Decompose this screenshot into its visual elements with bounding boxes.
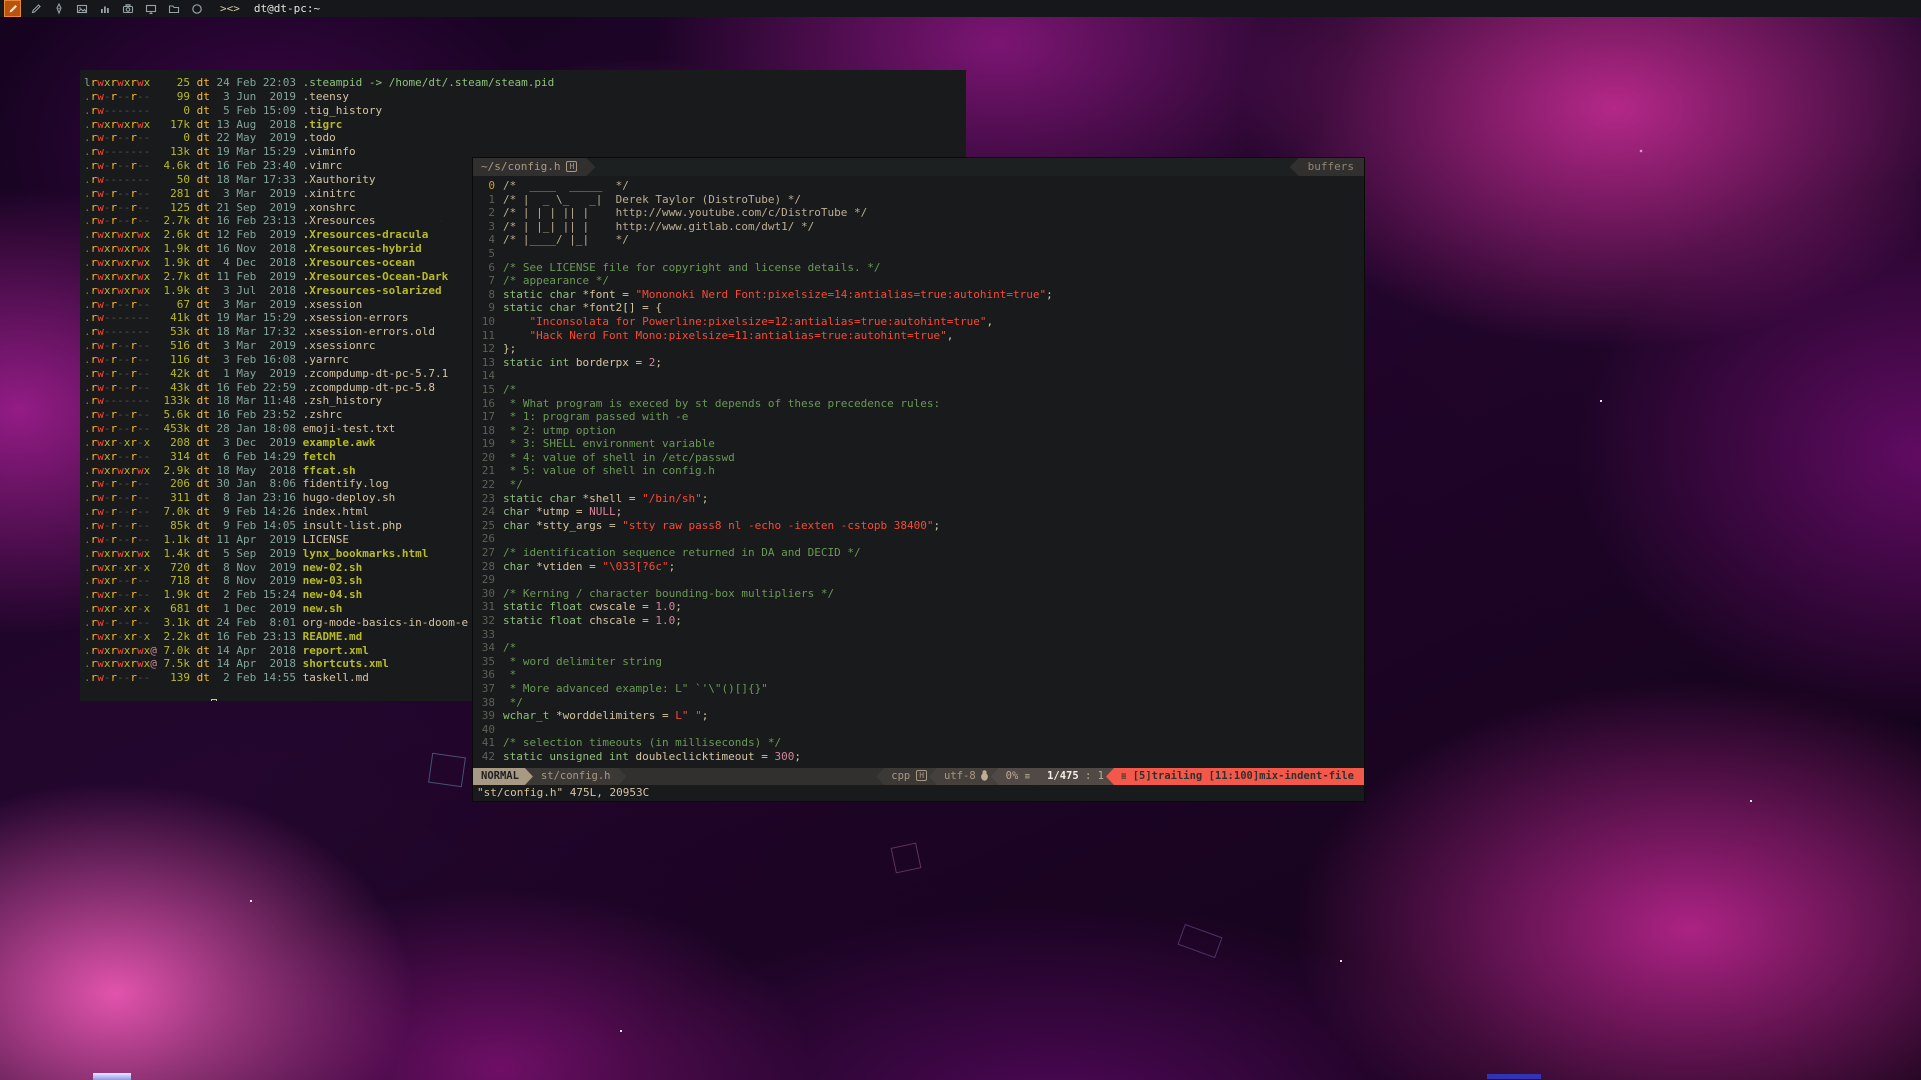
code-line: 27/* identification sequence returned in… (473, 546, 1364, 560)
code-line: 12}; (473, 342, 1364, 356)
topbar-icons (5, 1, 204, 16)
code-line: 17 * 1: program passed with -e (473, 410, 1364, 424)
wallpaper-strip (93, 1073, 131, 1080)
wallpaper-strip (1487, 1074, 1541, 1079)
code-line: 42static unsigned int doubleclicktimeout… (473, 750, 1364, 764)
editor-tabline: ~/s/config.h H buffers (473, 158, 1364, 176)
wallpaper-doodle (428, 753, 466, 787)
prompt-path: ~ (111, 699, 118, 701)
code-line: 8static char *font = "Mononoki Nerd Font… (473, 288, 1364, 302)
code-line: 38 */ (473, 696, 1364, 710)
tab-current-buffer[interactable]: ~/s/config.h H (473, 158, 595, 176)
file-row: .rw------- 13k dt 19 Mar 15:29 .viminfo (84, 145, 966, 159)
prompt-symbol: $ (198, 699, 205, 701)
code-line: 7/* appearance */ (473, 274, 1364, 288)
code-line: 18 * 2: utmp option (473, 424, 1364, 438)
code-line: 15/* (473, 383, 1364, 397)
cursor-position: 1/475 (1047, 770, 1079, 782)
code-line: 30/* Kerning / character bounding-box mu… (473, 587, 1364, 601)
code-line: 33 (473, 628, 1364, 642)
code-line: 26 (473, 532, 1364, 546)
code-line: 16 * What program is execed by st depend… (473, 397, 1364, 411)
warnings-segment: ≡ [5]trailing [11:100]mix-indent-file (1106, 768, 1364, 785)
buffers-label[interactable]: buffers (1290, 158, 1364, 176)
code-line: 35 * word delimiter string (473, 655, 1364, 669)
camera-icon[interactable] (120, 1, 135, 16)
pen-icon[interactable] (51, 1, 66, 16)
warning-icon: ≡ (1121, 772, 1126, 782)
code-line: 19 * 3: SHELL environment variable (473, 437, 1364, 451)
topbar: ><> dt@dt-pc:~ (0, 0, 1921, 17)
file-row: .rwxrwxrwx 17k dt 13 Aug 2018 .tigrc (84, 118, 966, 132)
tab-path: ~/s/config.h (481, 160, 560, 173)
code-line: 36 * (473, 668, 1364, 682)
code-line: 22 */ (473, 478, 1364, 492)
code-line: 13static int borderpx = 2; (473, 356, 1364, 370)
statusline-filename: st/config.h (525, 768, 627, 785)
code-line: 25char *stty_args = "stty raw pass8 nl -… (473, 519, 1364, 533)
chart-icon[interactable] (97, 1, 112, 16)
cursor-position-segment: 1/475 : 1 (1032, 768, 1114, 785)
paint-icon[interactable] (5, 1, 20, 16)
prompt-git-behind: ↓54 (171, 699, 191, 701)
code-line: 34/* (473, 641, 1364, 655)
mode-indicator: NORMAL (473, 768, 533, 785)
tabline-fill (595, 158, 1289, 176)
cursor-column: : 1 (1079, 770, 1104, 782)
statusline: NORMAL st/config.h cpp H utf-8 0% ≡ 1/475… (473, 768, 1364, 785)
linux-icon (980, 770, 989, 781)
code-line: 21 * 5: value of shell in config.h (473, 464, 1364, 478)
wallpaper-doodle (891, 843, 922, 874)
code-line: 23static char *shell = "/bin/sh"; (473, 492, 1364, 506)
command-line-message: "st/config.h" 475L, 20953C (473, 785, 1364, 801)
code-lines[interactable]: 0/* ____ _____ */1/* | _ \_ _| Derek Tay… (473, 176, 1364, 768)
layout-indicator[interactable]: ><> (220, 2, 240, 15)
code-line: 20 * 4: value of shell in /etc/passwd (473, 451, 1364, 465)
indent-warning: [11:100]mix-indent-file (1209, 770, 1354, 782)
code-line: 37 * More advanced example: L" `'\"()[]{… (473, 682, 1364, 696)
file-row: .rw-r--r-- 0 dt 22 May 2019 .todo (84, 131, 966, 145)
encoding-segment: utf-8 (929, 768, 999, 785)
code-line: 1/* | _ \_ _| Derek Taylor (DistroTube) … (473, 193, 1364, 207)
pencil-icon[interactable] (28, 1, 43, 16)
record-icon[interactable] (189, 1, 204, 16)
code-line: 9static char *font2[] = { (473, 301, 1364, 315)
code-line: 5 (473, 247, 1364, 261)
statusline-fill (626, 768, 884, 785)
code-line: 24char *utmp = NULL; (473, 505, 1364, 519)
encoding-label: utf-8 (944, 770, 976, 782)
folder-icon[interactable] (166, 1, 181, 16)
code-line: 14 (473, 369, 1364, 383)
code-line: 41/* selection timeouts (in milliseconds… (473, 736, 1364, 750)
code-line: 11 "Hack Nerd Font Mono:pixelsize=11:ant… (473, 329, 1364, 343)
prompt-git-branch: master (124, 699, 164, 701)
lines-icon: ≡ (1025, 772, 1030, 782)
code-line: 10 "Inconsolata for Powerline:pixelsize=… (473, 315, 1364, 329)
file-row: .rw-r--r-- 99 dt 3 Jun 2019 .teensy (84, 90, 966, 104)
code-line: 39wchar_t *worddelimiters = L" "; (473, 709, 1364, 723)
header-file-icon: H (566, 161, 577, 172)
filetype-label: cpp (891, 770, 910, 782)
trailing-warning: [5]trailing (1133, 770, 1203, 782)
code-line: 4/* |____/ |_| */ (473, 233, 1364, 247)
scroll-percent: 0% (1006, 770, 1019, 782)
code-line: 0/* ____ _____ */ (473, 179, 1364, 193)
code-line: 40 (473, 723, 1364, 737)
code-line: 31static float cwscale = 1.0; (473, 600, 1364, 614)
code-line: 32static float chscale = 1.0; (473, 614, 1364, 628)
code-line: 6/* See LICENSE file for copyright and l… (473, 261, 1364, 275)
terminal-cursor (211, 699, 217, 701)
filetype-icon: H (916, 770, 927, 781)
code-line: 2/* | | | || | http://www.youtube.com/c/… (473, 206, 1364, 220)
code-line: 28char *vtiden = "\033[?6c"; (473, 560, 1364, 574)
filetype-segment: cpp H (876, 768, 937, 785)
editor-window[interactable]: ~/s/config.hH buffers 0/* ____ _____ */1… (473, 158, 1364, 801)
code-line: 3/* | |_| || | http://www.gitlab.com/dwt… (473, 220, 1364, 234)
code-line: 29 (473, 573, 1364, 587)
image-icon[interactable] (74, 1, 89, 16)
window-title: dt@dt-pc:~ (254, 2, 320, 15)
file-row: .rw------- 0 dt 5 Feb 15:09 .tig_history (84, 104, 966, 118)
file-row: lrwxrwxrwx 25 dt 24 Feb 22:03 .steampid … (84, 76, 966, 90)
monitor-icon[interactable] (143, 1, 158, 16)
